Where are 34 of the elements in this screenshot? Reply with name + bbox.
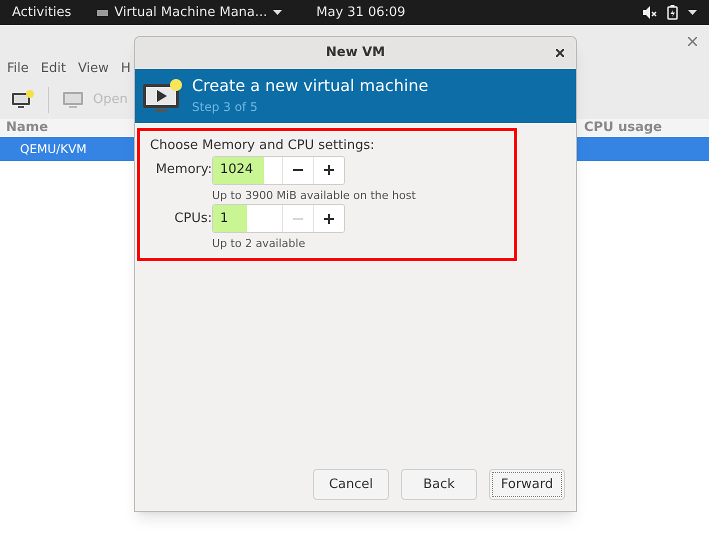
menu-item[interactable]: View — [78, 59, 109, 79]
dialog-button[interactable]: Back — [401, 469, 477, 500]
minus-icon — [293, 169, 303, 171]
step-label: Step 3 of 5 — [192, 99, 259, 116]
new-vm-icon[interactable] — [12, 90, 34, 110]
menu-item[interactable]: File — [7, 59, 29, 79]
hint-text: Up to 3900 MiB available on the host — [212, 188, 417, 204]
spin-box[interactable]: 1024 — [212, 156, 345, 184]
menu-item[interactable]: Edit — [40, 59, 66, 79]
plus-icon — [324, 165, 334, 175]
battery-icon[interactable] — [667, 5, 678, 20]
plus-icon — [324, 214, 334, 224]
speaker-muted-icon[interactable] — [643, 6, 657, 19]
monitor-play-icon — [143, 78, 183, 114]
dialog-title: New VM — [326, 44, 386, 62]
value-field[interactable]: 1 — [213, 205, 247, 232]
spin-box[interactable]: 1 — [212, 204, 345, 233]
dialog-button[interactable]: Forward — [489, 469, 565, 500]
app-icon — [97, 8, 108, 16]
dialog-button[interactable]: Cancel — [313, 469, 389, 500]
caret-icon — [273, 10, 282, 15]
minus-icon — [293, 218, 303, 220]
header-title: Create a new virtual machine — [192, 76, 428, 96]
hint-text: Up to 2 available — [212, 236, 306, 252]
close-icon[interactable] — [556, 49, 564, 57]
app-menu[interactable]: Virtual Machine Mana... — [97, 2, 282, 22]
activities-button[interactable]: Activities — [12, 2, 72, 22]
field-label: CPUs: — [173, 210, 212, 228]
clock[interactable]: May 31 06:09 — [316, 2, 406, 22]
field-label: Memory: — [154, 161, 212, 180]
section-title: Choose Memory and CPU settings: — [150, 137, 376, 155]
menu-item[interactable]: H — [120, 59, 131, 79]
caret-icon[interactable] — [688, 10, 697, 15]
value-field[interactable]: 1024 — [213, 156, 264, 184]
